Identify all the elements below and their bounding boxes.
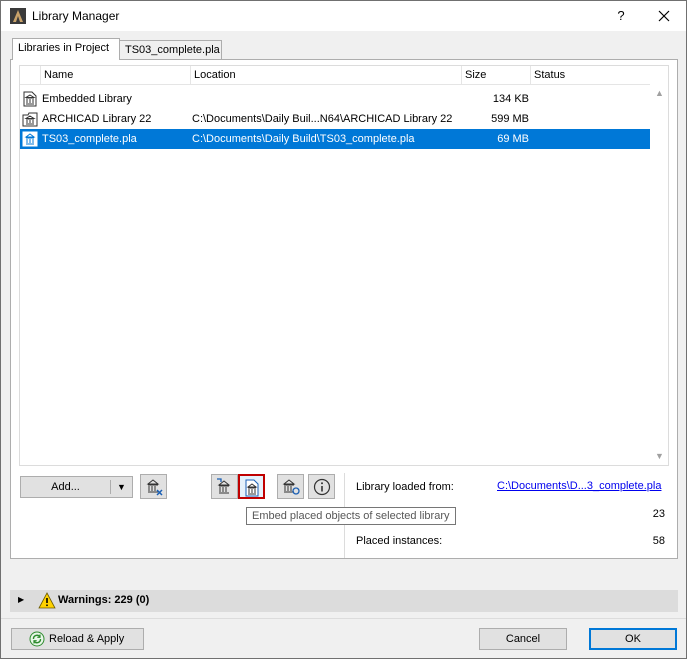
library-list[interactable]: Name Location Size Status Embedded Libra…	[19, 65, 669, 466]
library-row[interactable]: ARCHICAD Library 22 C:\Documents\Daily B…	[20, 109, 650, 129]
library-row[interactable]: Embedded Library 134 KB	[20, 89, 650, 109]
extract-library-button[interactable]	[211, 474, 238, 499]
close-icon	[658, 10, 670, 22]
embed-tooltip: Embed placed objects of selected library	[246, 507, 456, 525]
library-location: C:\Documents\Daily Build\TS03_complete.p…	[192, 133, 415, 145]
add-button-label: Add...	[51, 481, 80, 493]
embed-library-icon	[245, 479, 258, 497]
chevron-down-icon[interactable]: ▼	[117, 477, 126, 497]
column-header-location[interactable]: Location	[190, 66, 462, 85]
tab-panel: Name Location Size Status Embedded Libra…	[10, 59, 678, 559]
scroll-up-arrow-icon[interactable]: ▲	[651, 85, 668, 102]
column-header-size[interactable]: Size	[461, 66, 530, 85]
list-header: Name Location Size Status	[20, 66, 650, 85]
close-button[interactable]	[649, 5, 679, 27]
library-name: ARCHICAD Library 22	[42, 113, 152, 125]
library-container-icon	[22, 131, 38, 147]
library-location: C:\Documents\Daily Buil...N64\ARCHICAD L…	[192, 113, 453, 125]
remove-library-button[interactable]	[140, 474, 167, 499]
split-divider	[110, 480, 111, 494]
tab-libraries-in-project[interactable]: Libraries in Project	[12, 38, 120, 60]
reload-icon	[29, 631, 45, 647]
reload-apply-label: Reload & Apply	[49, 633, 125, 645]
library-name: Embedded Library	[42, 93, 132, 105]
remove-library-icon	[146, 479, 163, 496]
placed-instances-value: 58	[652, 535, 665, 547]
placed-instances-label: Placed instances:	[356, 535, 443, 547]
warnings-bar[interactable]: ▶ Warnings: 229 (0)	[10, 590, 678, 612]
archicad-app-icon	[10, 8, 26, 24]
library-arrow-icon	[216, 478, 230, 494]
list-scrollbar[interactable]: ▲ ▼	[651, 85, 668, 465]
scroll-down-arrow-icon[interactable]: ▼	[651, 448, 668, 465]
library-size: 69 MB	[497, 133, 529, 145]
info-icon	[313, 478, 330, 496]
warning-icon	[38, 592, 56, 609]
expand-triangle-icon[interactable]: ▶	[18, 595, 24, 604]
library-settings-button[interactable]	[277, 474, 304, 499]
object-count-value: 23	[652, 508, 665, 520]
library-info-button[interactable]	[308, 474, 335, 499]
window-title: Library Manager	[32, 9, 120, 23]
library-size: 599 MB	[491, 113, 529, 125]
library-loaded-from-label: Library loaded from:	[356, 481, 454, 493]
add-library-button[interactable]: Add... ▼	[20, 476, 133, 498]
library-size: 134 KB	[492, 93, 529, 105]
reload-apply-button[interactable]: Reload & Apply	[11, 628, 144, 650]
column-header-name[interactable]: Name	[40, 66, 200, 85]
warnings-count: Warnings: 229 (0)	[58, 594, 150, 606]
library-folder-icon	[22, 112, 38, 127]
help-button[interactable]: ?	[606, 5, 636, 27]
embedded-library-icon	[23, 91, 37, 107]
library-name: TS03_complete.pla	[42, 133, 137, 145]
title-bar: Library Manager ?	[1, 1, 686, 31]
footer-divider	[1, 618, 686, 619]
column-header-status[interactable]: Status	[530, 66, 630, 85]
library-path-link[interactable]: C:\Documents\D...3_complete.pla	[497, 480, 661, 492]
library-manager-dialog: Library Manager ? Libraries in Project T…	[0, 0, 687, 659]
library-gear-icon	[282, 479, 300, 495]
tab-ts03-complete[interactable]: TS03_complete.pla	[119, 40, 222, 60]
ok-button[interactable]: OK	[589, 628, 677, 650]
library-row-selected[interactable]: TS03_complete.pla C:\Documents\Daily Bui…	[20, 129, 650, 149]
embed-placed-objects-button[interactable]	[238, 474, 265, 499]
cancel-button[interactable]: Cancel	[479, 628, 567, 650]
